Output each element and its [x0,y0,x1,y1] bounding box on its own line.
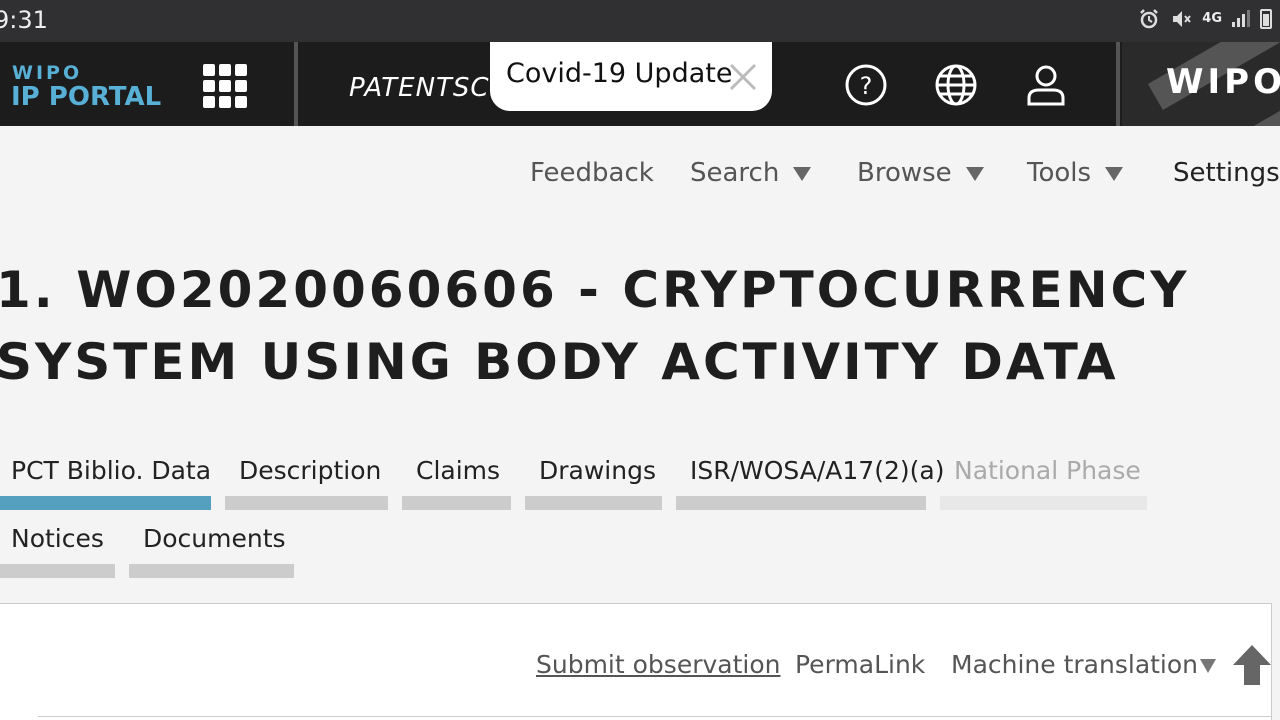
title-line-1: 1. WO2020060606 - CRYPTOCURRENCY [0,261,1190,319]
nav-browse-label: Browse [857,158,952,188]
ip-portal-logo[interactable]: IP PORTAL [11,82,161,112]
chevron-down-icon [1105,167,1124,181]
nav-browse[interactable]: Browse [857,158,984,188]
covid-banner-label[interactable]: Covid-19 Update [506,58,732,89]
submit-observation-link[interactable]: Submit observation [536,650,780,679]
signal-icon [1232,10,1250,28]
network-type: 4G [1202,11,1222,26]
tab-indicator [129,564,294,578]
alarm-icon [1140,9,1159,29]
mute-icon [1173,11,1192,27]
nav-tools-label: Tools [1027,158,1092,188]
patentscope-logo[interactable]: PATENTSCO [349,73,511,103]
permalink-link[interactable]: PermaLink [795,650,925,679]
tab-label: Drawings [539,456,656,485]
wipo-logo-top[interactable]: WIPO [12,62,82,84]
scroll-to-top-icon[interactable] [1231,643,1273,687]
site-header: WIPO IP PORTAL PATENTSCO Covid-19 Update… [0,42,1280,126]
close-icon[interactable] [726,60,760,94]
nav-settings-label: Settings [1173,158,1280,188]
tab-label: Claims [416,456,501,485]
user-icon[interactable] [1023,62,1069,108]
divider [38,716,1272,717]
help-icon[interactable]: ? [843,62,889,108]
nav-settings[interactable]: Settings [1173,158,1280,188]
header-divider [294,42,298,126]
nav-feedback-label: Feedback [530,158,654,188]
tab-label: Documents [143,524,286,553]
apps-grid-icon[interactable] [203,64,247,108]
covid-banner[interactable]: Covid-19 Update [490,42,772,111]
page-title: 1. WO2020060606 - CRYPTOCURRENCY SYSTEM … [0,254,1276,398]
nav-tools[interactable]: Tools [1027,158,1124,188]
svg-text:?: ? [860,72,873,100]
clock: 9:31 [0,6,48,34]
chevron-down-icon[interactable] [1200,659,1216,673]
nav-feedback[interactable]: Feedback [530,158,654,188]
tab-indicator [676,496,926,510]
status-bar: 9:31 4G [0,0,1280,42]
tab-label: PCT Biblio. Data [11,456,212,485]
wipo-brand-label: WIPO [1166,62,1280,102]
globe-icon[interactable] [933,62,979,108]
tab-label: Notices [11,524,104,553]
tab-label: Description [239,456,382,485]
tab-indicator [940,496,1147,510]
system-icons: 4G [1138,8,1272,30]
nav-search-label: Search [690,158,780,188]
chevron-down-icon [793,167,812,181]
chevron-down-icon [965,167,984,181]
tab-indicator [0,564,115,578]
tab-indicator [525,496,662,510]
tab-indicator [225,496,388,510]
main-nav: Feedback Search Browse Tools Settings [0,158,1280,198]
title-line-2: SYSTEM USING BODY ACTIVITY DATA [0,333,1119,391]
machine-translation-dropdown[interactable]: Machine translation [951,650,1198,679]
tab-indicator [0,496,211,510]
header-divider-right [1116,42,1120,126]
wipo-brand[interactable]: WIPO [1122,42,1280,126]
nav-search[interactable]: Search [690,158,812,188]
tab-label: National Phase [954,456,1141,485]
battery-icon [1260,9,1272,29]
tab-indicator [402,496,511,510]
tab-label: ISR/WOSA/A17(2)(a) [690,456,945,485]
